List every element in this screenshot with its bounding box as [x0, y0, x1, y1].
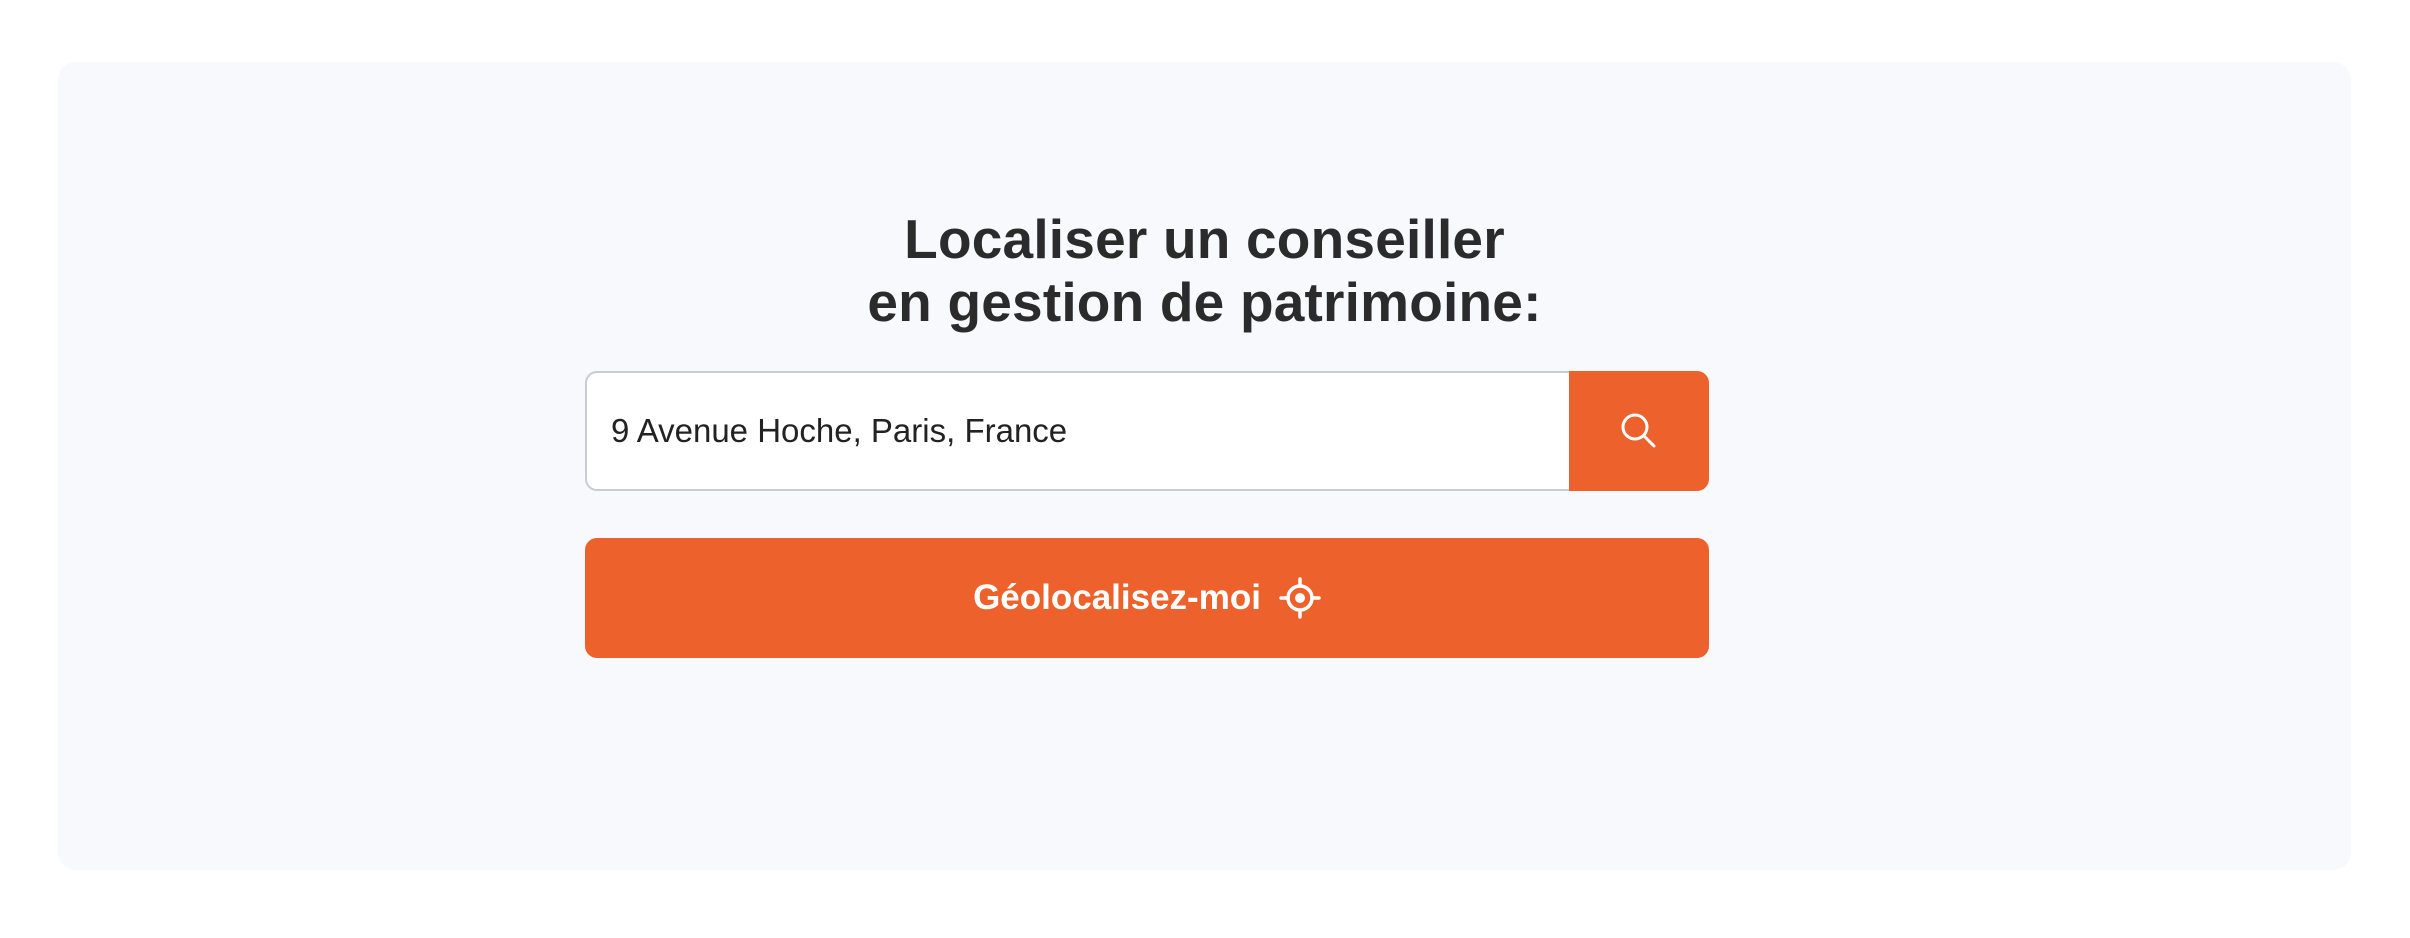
search-icon [1617, 409, 1661, 453]
title-line-2: en gestion de patrimoine: [867, 271, 1542, 333]
geolocate-button[interactable]: Géolocalisez-moi [585, 538, 1709, 658]
search-bar [585, 371, 1709, 491]
page-title: Localiser un conseiller en gestion de pa… [58, 208, 2351, 334]
search-button[interactable] [1569, 371, 1709, 491]
title-line-1: Localiser un conseiller [904, 208, 1505, 270]
address-search-input[interactable] [585, 371, 1569, 491]
crosshair-target-icon [1279, 577, 1321, 619]
geolocate-label: Géolocalisez-moi [973, 578, 1261, 617]
